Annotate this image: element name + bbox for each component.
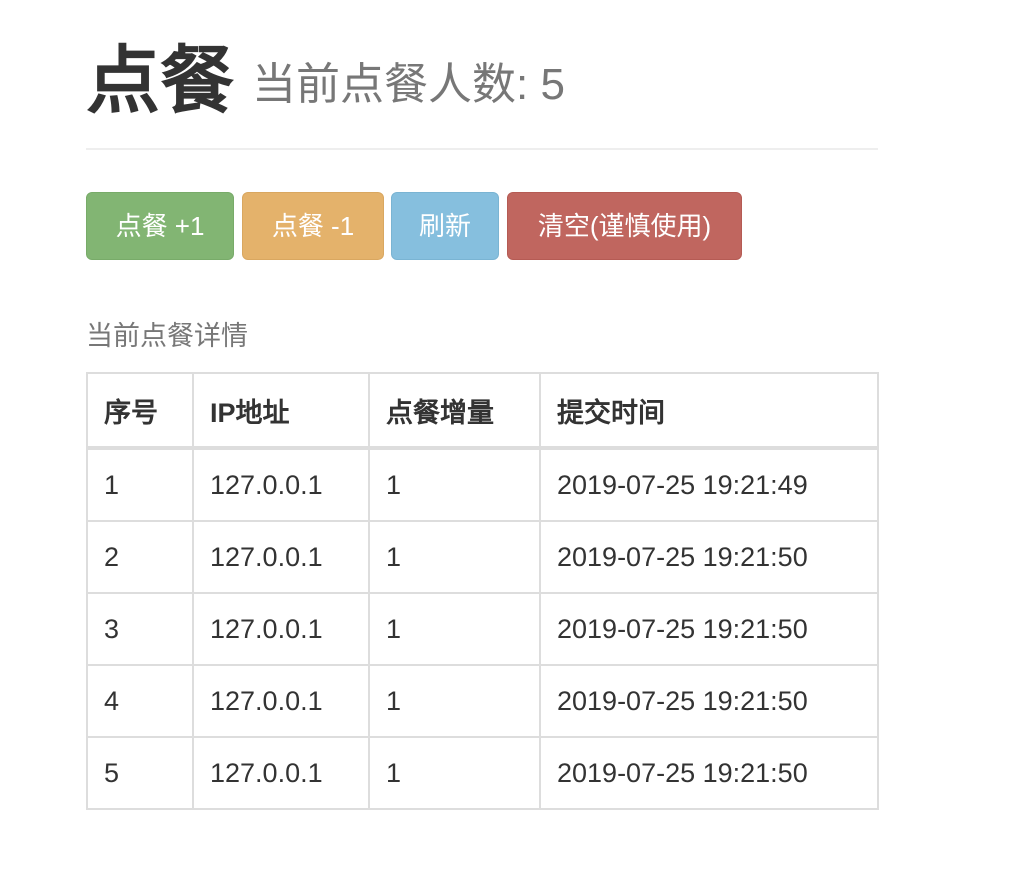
- details-caption: 当前点餐详情: [86, 321, 248, 351]
- cell-index: 3: [86, 592, 194, 666]
- column-header-time: 提交时间: [539, 372, 879, 450]
- page: 点餐 当前点餐人数: 5 点餐 +1 点餐 -1 刷新 清空(谨慎使用) 当前点…: [0, 0, 1020, 886]
- clear-button[interactable]: 清空(谨慎使用): [507, 192, 742, 260]
- table-row: 1 127.0.0.1 1 2019-07-25 19:21:49: [86, 447, 879, 522]
- table-row: 5 127.0.0.1 1 2019-07-25 19:21:50: [86, 736, 879, 810]
- refresh-button[interactable]: 刷新: [391, 192, 499, 260]
- column-header-increment: 点餐增量: [368, 372, 541, 450]
- cell-time: 2019-07-25 19:21:50: [539, 520, 879, 594]
- page-header: 点餐 当前点餐人数: 5: [86, 28, 878, 150]
- order-minus-one-button[interactable]: 点餐 -1: [242, 192, 384, 260]
- cell-ip: 127.0.0.1: [192, 664, 370, 738]
- cell-index: 5: [86, 736, 194, 810]
- cell-ip: 127.0.0.1: [192, 447, 370, 522]
- cell-increment: 1: [368, 736, 541, 810]
- cell-time: 2019-07-25 19:21:50: [539, 664, 879, 738]
- cell-index: 1: [86, 447, 194, 522]
- cell-ip: 127.0.0.1: [192, 736, 370, 810]
- cell-time: 2019-07-25 19:21:50: [539, 592, 879, 666]
- table-row: 2 127.0.0.1 1 2019-07-25 19:21:50: [86, 520, 879, 594]
- column-header-index: 序号: [86, 372, 194, 450]
- cell-increment: 1: [368, 664, 541, 738]
- page-title: 点餐: [86, 39, 234, 122]
- cell-time: 2019-07-25 19:21:50: [539, 736, 879, 810]
- table-row: 4 127.0.0.1 1 2019-07-25 19:21:50: [86, 664, 879, 738]
- cell-time: 2019-07-25 19:21:49: [539, 447, 879, 522]
- order-plus-one-button[interactable]: 点餐 +1: [86, 192, 234, 260]
- cell-increment: 1: [368, 592, 541, 666]
- order-count-subtitle: 当前点餐人数: 5: [252, 60, 565, 109]
- cell-ip: 127.0.0.1: [192, 592, 370, 666]
- table-header-row: 序号 IP地址 点餐增量 提交时间: [86, 372, 879, 450]
- cell-increment: 1: [368, 520, 541, 594]
- cell-index: 4: [86, 664, 194, 738]
- table-row: 3 127.0.0.1 1 2019-07-25 19:21:50: [86, 592, 879, 666]
- cell-ip: 127.0.0.1: [192, 520, 370, 594]
- cell-index: 2: [86, 520, 194, 594]
- cell-increment: 1: [368, 447, 541, 522]
- column-header-ip: IP地址: [192, 372, 370, 450]
- order-details-table: 序号 IP地址 点餐增量 提交时间 1 127.0.0.1 1 2019-07-…: [86, 372, 879, 810]
